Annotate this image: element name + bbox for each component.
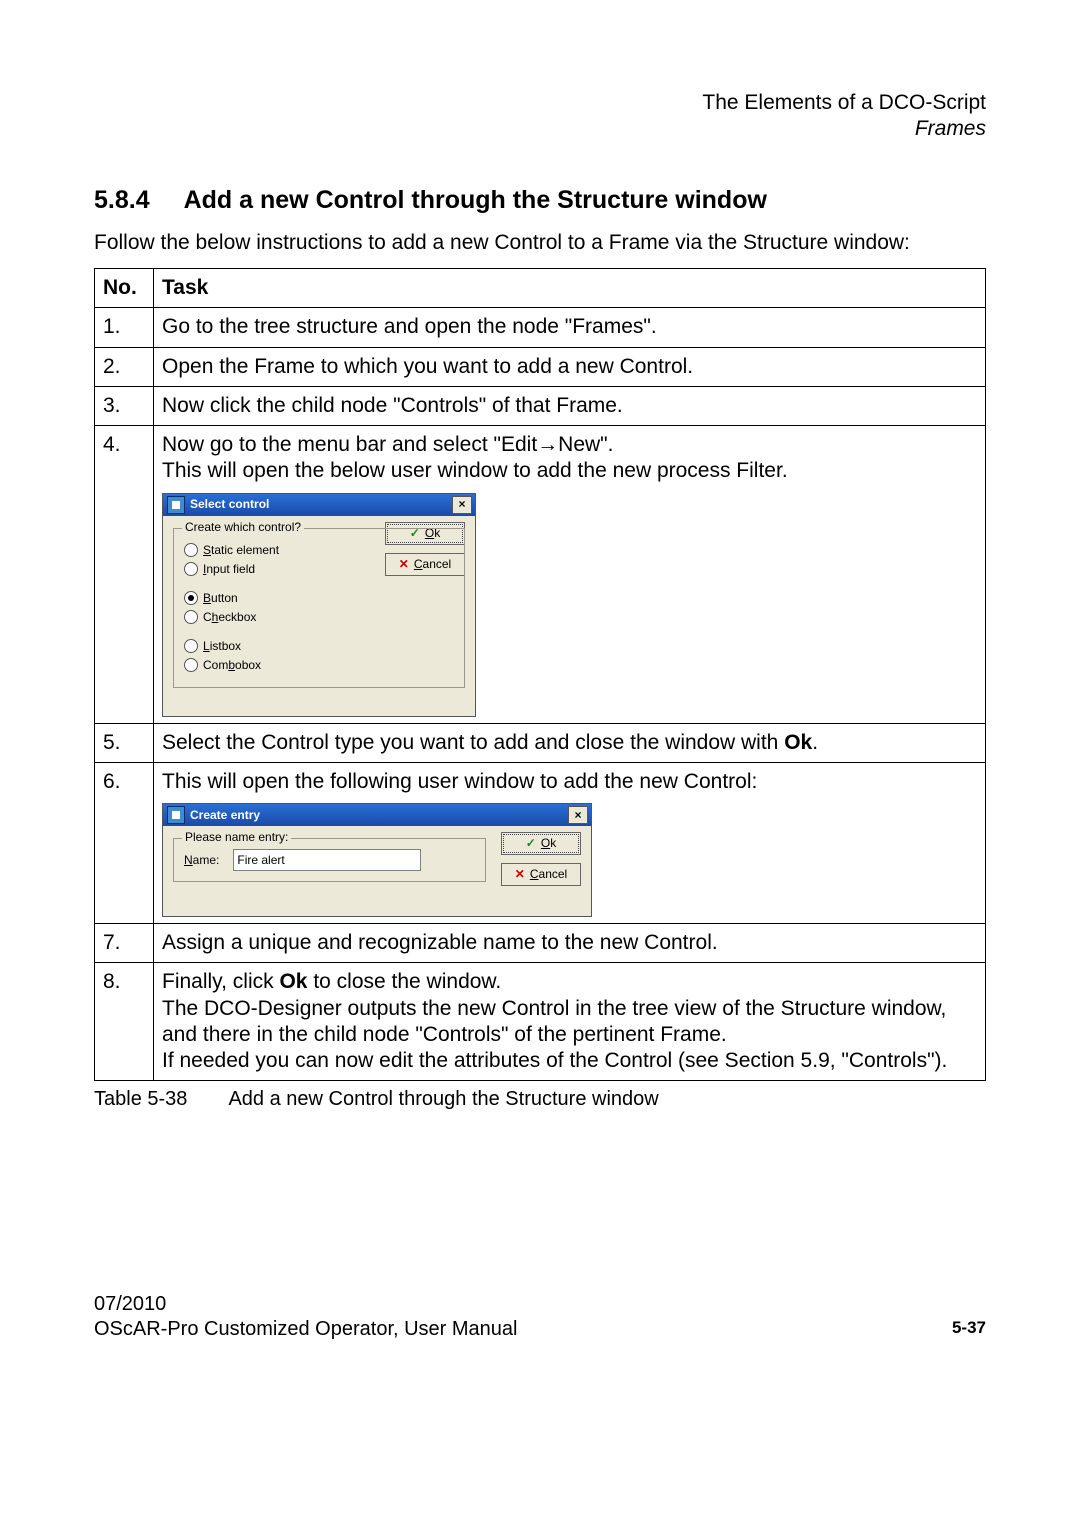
- row-task: Open the Frame to which you want to add …: [154, 347, 986, 386]
- ok-button[interactable]: ✓Ok: [501, 832, 581, 855]
- section-number: 5.8.4: [94, 185, 150, 216]
- x-icon: ✕: [515, 867, 525, 882]
- header-subchapter: Frames: [94, 116, 986, 142]
- close-icon[interactable]: ×: [452, 496, 472, 514]
- row-num: 2.: [95, 347, 154, 386]
- table-row: 6. This will open the following user win…: [95, 762, 986, 923]
- radio-static-element[interactable]: Static element: [184, 543, 454, 558]
- col-task-header: Task: [154, 269, 986, 308]
- table-row: 3. Now click the child node "Controls" o…: [95, 386, 986, 425]
- caption-label: Table 5-38: [94, 1087, 224, 1112]
- col-no-header: No.: [95, 269, 154, 308]
- row-task: Finally, click Ok to close the window. T…: [154, 963, 986, 1081]
- app-icon: [167, 806, 185, 824]
- row-num: 3.: [95, 386, 154, 425]
- select-control-dialog: Select control × ✓Ok ✕Cancel Create whic…: [162, 493, 476, 717]
- table-row: 2. Open the Frame to which you want to a…: [95, 347, 986, 386]
- row-num: 1.: [95, 308, 154, 347]
- row-task: Now click the child node "Controls" of t…: [154, 386, 986, 425]
- radio-input-field[interactable]: Input field: [184, 562, 454, 577]
- section-title: Add a new Control through the Structure …: [184, 185, 767, 216]
- name-input[interactable]: [233, 849, 421, 871]
- cancel-button[interactable]: ✕Cancel: [501, 863, 581, 886]
- section-heading: 5.8.4 Add a new Control through the Stru…: [94, 185, 986, 216]
- radio-combobox[interactable]: Combobox: [184, 658, 454, 673]
- row-task: Assign a unique and recognizable name to…: [154, 924, 986, 963]
- dialog-titlebar: Create entry ×: [163, 804, 591, 826]
- table-row: 8. Finally, click Ok to close the window…: [95, 963, 986, 1081]
- header-chapter: The Elements of a DCO-Script: [94, 90, 986, 116]
- page-number: 5-37: [952, 1317, 986, 1342]
- table-caption: Table 5-38 Add a new Control through the…: [94, 1087, 986, 1112]
- dialog-title: Create entry: [190, 808, 568, 823]
- footer-date: 07/2010: [94, 1292, 986, 1317]
- name-label: Name:: [184, 853, 219, 868]
- caption-text: Add a new Control through the Structure …: [228, 1088, 658, 1110]
- close-icon[interactable]: ×: [568, 806, 588, 824]
- radio-button[interactable]: Button: [184, 591, 454, 606]
- dialog-titlebar: Select control ×: [163, 494, 475, 516]
- row-num: 4.: [95, 426, 154, 724]
- row-task: This will open the following user window…: [154, 762, 986, 923]
- task-table: No. Task 1. Go to the tree structure and…: [94, 268, 986, 1081]
- check-icon: ✓: [526, 836, 536, 851]
- radio-listbox[interactable]: Listbox: [184, 639, 454, 654]
- row-task: Now go to the menu bar and select "Edit→…: [154, 426, 986, 724]
- radio-checkbox[interactable]: Checkbox: [184, 610, 454, 625]
- step6-text: This will open the following user window…: [162, 769, 977, 795]
- row-num: 7.: [95, 924, 154, 963]
- step4-line2: This will open the below user window to …: [162, 458, 977, 484]
- row-num: 5.: [95, 723, 154, 762]
- group-legend: Please name entry:: [182, 830, 291, 845]
- step4-line1: Now go to the menu bar and select "Edit→…: [162, 432, 977, 458]
- row-num: 8.: [95, 963, 154, 1081]
- page-header: The Elements of a DCO-Script Frames: [94, 90, 986, 143]
- dialog-title: Select control: [190, 497, 452, 512]
- row-task: Select the Control type you want to add …: [154, 723, 986, 762]
- create-entry-dialog: Create entry × ✓Ok ✕Cancel Please name e…: [162, 803, 592, 917]
- control-type-group: Create which control? Static element Inp…: [173, 528, 465, 688]
- row-num: 6.: [95, 762, 154, 923]
- app-icon: [167, 496, 185, 514]
- table-row: 7. Assign a unique and recognizable name…: [95, 924, 986, 963]
- name-entry-group: Please name entry: Name:: [173, 838, 486, 882]
- footer-manual-name: OScAR-Pro Customized Operator, User Manu…: [94, 1317, 518, 1342]
- table-row: 5. Select the Control type you want to a…: [95, 723, 986, 762]
- group-legend: Create which control?: [182, 520, 304, 535]
- table-row: 4. Now go to the menu bar and select "Ed…: [95, 426, 986, 724]
- intro-text: Follow the below instructions to add a n…: [94, 230, 986, 256]
- page-footer: 07/2010 OScAR-Pro Customized Operator, U…: [94, 1292, 986, 1342]
- row-task: Go to the tree structure and open the no…: [154, 308, 986, 347]
- table-row: 1. Go to the tree structure and open the…: [95, 308, 986, 347]
